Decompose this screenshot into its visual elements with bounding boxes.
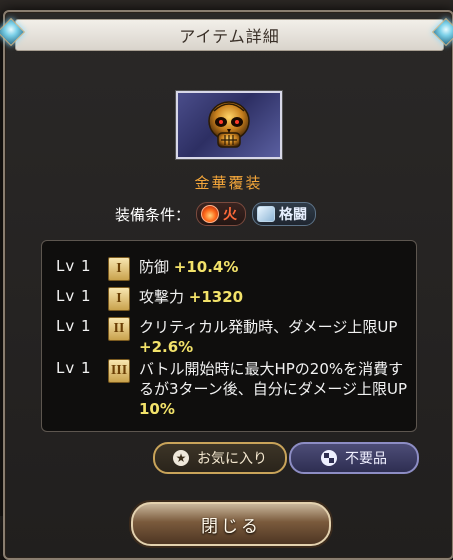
weapon-condition-badge: 格闘 xyxy=(252,202,317,226)
skill-value: +2.6% xyxy=(139,338,194,356)
skill-value: 10% xyxy=(139,400,175,418)
item-detail-dialog: アイテム詳細 金華覆装 装備条件： 火 格闘 Lv 1 I 防御 +10.4% … xyxy=(0,10,453,560)
skill-description: バトル開始時に最大HPの20%を消費するが3ターン後、自分にダメージ上限UP 1… xyxy=(139,359,411,419)
junk-button-label: 不要品 xyxy=(345,451,387,467)
skill-value: +10.4% xyxy=(173,258,239,276)
star-icon: ★ xyxy=(173,450,189,466)
skill-rank-icon: III xyxy=(108,359,130,383)
dialog-title-bar: アイテム詳細 xyxy=(15,19,444,51)
junk-button[interactable]: 不要品 xyxy=(289,442,419,474)
skill-description: クリティカル発動時、ダメージ上限UP +2.6% xyxy=(139,317,411,357)
element-condition-label: 火 xyxy=(223,207,238,223)
golden-skull-mask-icon xyxy=(208,101,250,148)
skill-rank-icon: II xyxy=(108,317,130,341)
equip-conditions: 装備条件： 火 格闘 xyxy=(115,201,317,227)
skill-level: Lv 1 xyxy=(56,287,92,305)
weapon-condition-label: 格闘 xyxy=(279,207,308,223)
close-button-label: 閉じる xyxy=(201,516,261,537)
skill-value: +1320 xyxy=(188,288,244,306)
skill-level: Lv 1 xyxy=(56,257,92,275)
skill-level: Lv 1 xyxy=(56,317,92,335)
favorite-button[interactable]: ★ お気に入り xyxy=(153,442,287,474)
skill-list: Lv 1 I 防御 +10.4% Lv 1 I 攻撃力 +1320 Lv 1 I… xyxy=(41,240,417,432)
skill-text: バトル開始時に最大HPの20%を消費するが3ターン後、自分にダメージ上限UP xyxy=(139,360,408,398)
item-name: 金華覆装 xyxy=(194,174,263,192)
skill-text: 防御 xyxy=(139,258,174,276)
close-button[interactable]: 閉じる xyxy=(131,502,331,546)
dice-icon xyxy=(321,450,337,466)
skill-text: クリティカル発動時、ダメージ上限UP xyxy=(139,318,398,336)
skill-description: 防御 +10.4% xyxy=(139,257,411,277)
skill-rank-icon: I xyxy=(108,287,130,311)
skill-level: Lv 1 xyxy=(56,359,92,377)
item-image-frame xyxy=(176,91,282,159)
skill-rank-icon: I xyxy=(108,257,130,281)
favorite-button-label: お気に入り xyxy=(197,451,267,467)
skill-text: 攻撃力 xyxy=(139,288,189,306)
fire-element-icon xyxy=(201,205,220,223)
skill-description: 攻撃力 +1320 xyxy=(139,287,411,307)
element-condition-badge: 火 xyxy=(196,202,247,226)
fist-icon xyxy=(257,206,276,222)
equip-conditions-label: 装備条件： xyxy=(115,205,191,224)
dialog-title: アイテム詳細 xyxy=(179,27,280,46)
